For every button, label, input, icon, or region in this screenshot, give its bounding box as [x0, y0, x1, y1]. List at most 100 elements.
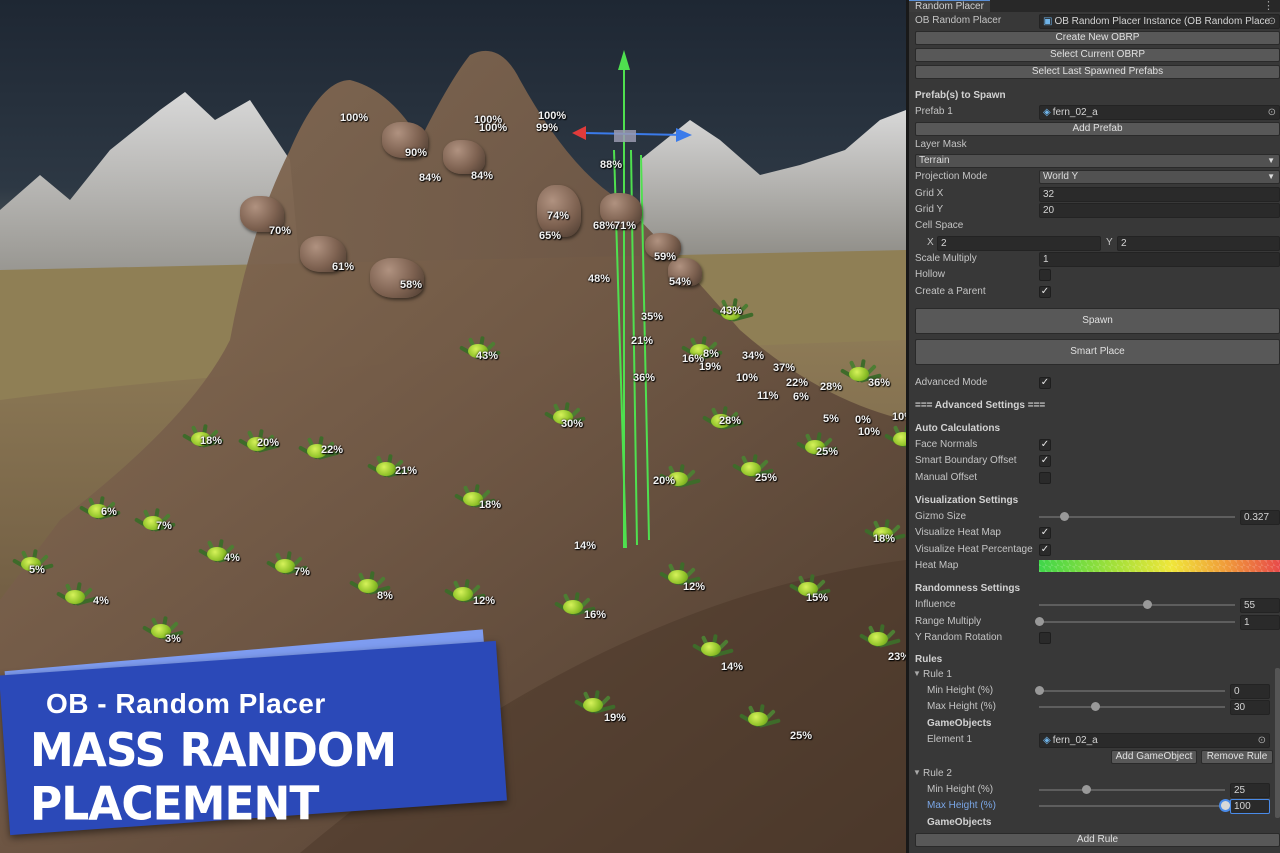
influence-value-field[interactable]: 55 — [1240, 598, 1280, 613]
object-picker-icon[interactable]: ⊙ — [1258, 734, 1266, 747]
fern-height-label: 5% — [29, 564, 45, 576]
gizmo-value-field[interactable]: 0.327 — [1240, 510, 1280, 525]
projection-row: Projection Mode World Y ▼ — [909, 169, 1280, 185]
cell-x-label: X — [927, 237, 934, 248]
yrot-label: Y Random Rotation — [915, 632, 1003, 643]
gridy-field[interactable]: 20 — [1039, 203, 1280, 218]
rules-header: Rules — [915, 654, 943, 665]
prefab1-field[interactable]: ◈ fern_02_a ⊙ — [1039, 105, 1280, 120]
foldout-arrow-icon[interactable]: ▼ — [913, 768, 921, 777]
slider-knob[interactable] — [1060, 512, 1070, 521]
fern-plant — [540, 388, 586, 426]
parent-label: Create a Parent — [915, 286, 986, 297]
heatmap-vis-checkbox[interactable]: ✓ — [1039, 527, 1051, 539]
foldout-arrow-icon[interactable]: ▼ — [913, 669, 921, 678]
rule2-max-label: Max Height (%) — [927, 800, 996, 811]
rule2-min-field[interactable]: 25 — [1230, 783, 1270, 798]
smart-place-button[interactable]: Smart Place — [915, 339, 1280, 365]
object-picker-icon[interactable]: ⊙ — [1268, 106, 1276, 119]
rule2-min-slider[interactable] — [1039, 782, 1225, 798]
ob-random-placer-value: OB Random Placer Instance (OB Random Pla… — [1054, 16, 1271, 27]
more-options-icon[interactable]: ⋮ — [1263, 0, 1274, 12]
fern-height-label: 12% — [683, 581, 706, 593]
manual-offset-checkbox[interactable] — [1039, 472, 1051, 484]
add-rule-button[interactable]: Add Rule — [915, 833, 1280, 847]
rock — [443, 140, 485, 174]
rule1-max-field[interactable]: 30 — [1230, 700, 1270, 715]
rock-height-label: 74% — [547, 210, 570, 222]
rule1-go-header-row: GameObjects — [909, 716, 1280, 732]
manual-offset-label: Manual Offset — [915, 472, 978, 483]
fern-height-label: 21% — [395, 465, 418, 477]
rock-height-label: 100% — [340, 112, 369, 124]
ob-random-placer-field[interactable]: ▣ OB Random Placer Instance (OB Random Pl… — [1039, 14, 1280, 29]
slider-knob[interactable] — [1142, 600, 1152, 609]
fern-height-label: 14% — [574, 540, 597, 552]
hollow-checkbox[interactable] — [1039, 269, 1051, 281]
select-last-spawned-button[interactable]: Select Last Spawned Prefabs — [915, 65, 1280, 79]
scale-field[interactable]: 1 — [1039, 252, 1280, 267]
fern-height-label: 48% — [588, 273, 611, 285]
tab-random-placer[interactable]: Random Placer — [909, 0, 990, 12]
add-prefab-button[interactable]: Add Prefab — [915, 122, 1280, 136]
yrot-checkbox[interactable] — [1039, 632, 1051, 644]
fern-height-label: 8% — [377, 590, 393, 602]
gridx-field[interactable]: 32 — [1039, 187, 1280, 202]
rock-height-label: 54% — [669, 276, 692, 288]
advanced-checkbox[interactable]: ✓ — [1039, 377, 1051, 389]
rule2-foldout[interactable]: ▼ Rule 2 — [909, 766, 1280, 782]
face-normals-checkbox[interactable]: ✓ — [1039, 439, 1051, 451]
gizmo-slider[interactable] — [1039, 509, 1235, 525]
smart-boundary-checkbox[interactable]: ✓ — [1039, 455, 1051, 467]
rule2-max-field[interactable]: 100 — [1230, 799, 1270, 814]
slider-knob[interactable] — [1090, 702, 1100, 711]
slider-knob[interactable] — [1221, 801, 1230, 810]
rule1-min-field[interactable]: 0 — [1230, 684, 1270, 699]
gizmo-row: Gizmo Size 0.327 — [909, 509, 1280, 525]
slider-knob[interactable] — [1035, 686, 1044, 695]
rule1-min-slider[interactable] — [1035, 683, 1225, 699]
fern-height-label: 25% — [816, 446, 839, 458]
scene-view[interactable]: 100% 100% 100% 100% 99% 90% 84% 84% 88% … — [0, 0, 906, 853]
fern-height-label: 10% — [736, 372, 759, 384]
fern-height-label: 7% — [156, 520, 172, 532]
rule2-max-slider[interactable] — [1039, 798, 1230, 814]
rule1-foldout[interactable]: ▼ Rule 1 — [909, 667, 1280, 683]
ob-random-placer-label: OB Random Placer — [915, 15, 1002, 26]
fern-height-label: 12% — [473, 595, 496, 607]
fern-height-label: 22% — [321, 444, 344, 456]
parent-checkbox[interactable]: ✓ — [1039, 286, 1051, 298]
slider-knob[interactable] — [1035, 617, 1044, 626]
inspector-scrollbar[interactable] — [1275, 668, 1280, 818]
fern-height-label: 25% — [790, 730, 813, 742]
projection-dropdown[interactable]: World Y ▼ — [1039, 170, 1280, 184]
object-picker-icon[interactable]: ⊙ — [1268, 15, 1276, 28]
rock-height-label: 84% — [419, 172, 442, 184]
rock-height-label: 71% — [614, 220, 637, 232]
slider-track — [1039, 805, 1225, 807]
range-value-field[interactable]: 1 — [1240, 615, 1280, 630]
smart-boundary-label: Smart Boundary Offset — [915, 455, 1017, 466]
hollow-row: Hollow — [909, 267, 1280, 283]
layer-mask-dropdown[interactable]: Terrain ▼ — [915, 154, 1280, 168]
create-new-obrp-button[interactable]: Create New OBRP — [915, 31, 1280, 45]
fern-plant — [688, 620, 734, 658]
heatmap-gradient-field[interactable] — [1039, 560, 1280, 572]
rule1-max-slider[interactable] — [1039, 699, 1225, 715]
slider-knob[interactable] — [1081, 785, 1091, 794]
select-current-obrp-button[interactable]: Select Current OBRP — [915, 48, 1280, 62]
fern-height-label: 30% — [561, 418, 584, 430]
spawn-button[interactable]: Spawn — [915, 308, 1280, 334]
projection-label: Projection Mode — [915, 171, 988, 182]
remove-rule-button[interactable]: Remove Rule — [1201, 750, 1273, 764]
fern-height-label: 10% — [892, 411, 906, 423]
element1-field[interactable]: ◈ fern_02_a ⊙ — [1039, 733, 1270, 748]
add-gameobject-button[interactable]: Add GameObject — [1111, 750, 1197, 764]
cell-y-field[interactable]: 2 — [1117, 236, 1280, 251]
fern-plant — [570, 676, 616, 714]
influence-slider[interactable] — [1039, 597, 1235, 613]
cell-x-field[interactable]: 2 — [937, 236, 1101, 251]
heatpct-checkbox[interactable]: ✓ — [1039, 544, 1051, 556]
fern-height-label: 20% — [257, 437, 280, 449]
range-slider[interactable] — [1035, 614, 1235, 630]
